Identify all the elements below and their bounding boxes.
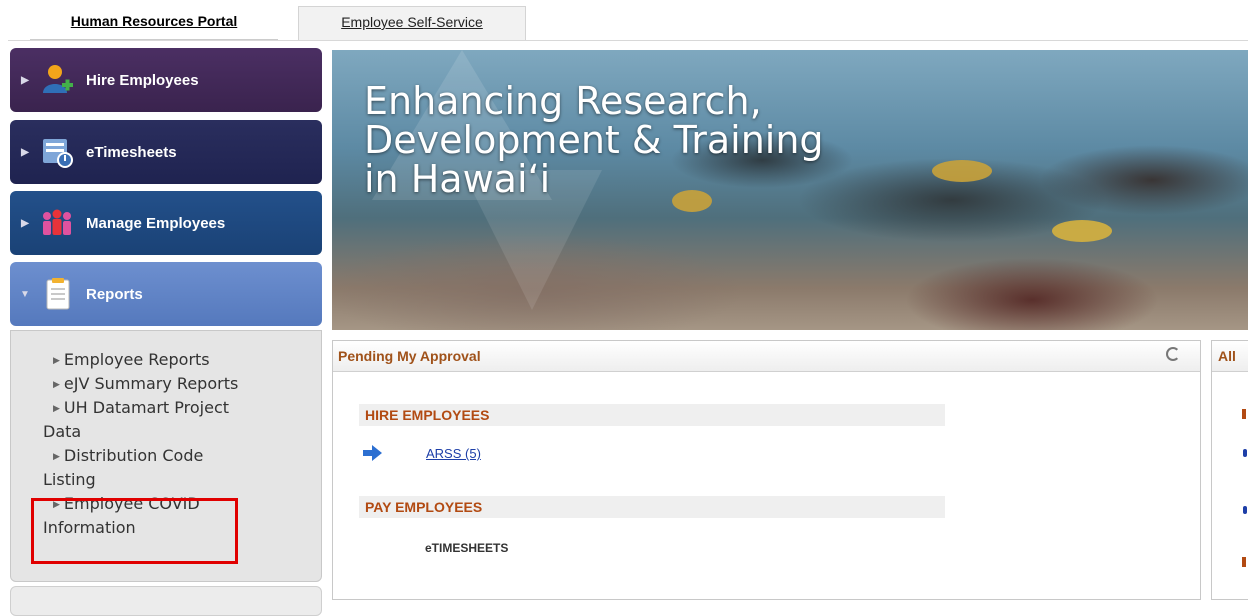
panel-title: Pending My Approval xyxy=(338,348,481,364)
pending-approval-panel: Pending My Approval HIRE EMPLOYEES ARSS … xyxy=(332,340,1201,600)
section-pay-employees: PAY EMPLOYEES xyxy=(359,496,945,518)
portal-tabs: Human Resources Portal Employee Self-Ser… xyxy=(8,0,1248,42)
link-marker xyxy=(1243,506,1247,514)
sidebar-item-etimesheets[interactable]: ▶ eTimesheets xyxy=(10,120,322,184)
submenu-item-ejv-summary-reports[interactable]: ▶ eJV Summary Reports xyxy=(53,373,238,396)
link-marker xyxy=(1243,449,1247,457)
chevron-right-icon: ▶ xyxy=(21,146,29,158)
submenu-item-uh-datamart[interactable]: ▶ UH Datamart Project xyxy=(53,397,229,420)
etimesheets-item: eTIMESHEETS xyxy=(425,541,509,555)
sidebar-item-label: Reports xyxy=(86,285,143,303)
arss-link[interactable]: ARSS (5) xyxy=(426,446,481,461)
sidebar-item-label: eTimesheets xyxy=(86,143,177,161)
tab-divider xyxy=(8,40,1248,41)
hero-banner: Enhancing Research, Development & Traini… xyxy=(332,50,1248,330)
panel-title: All xyxy=(1218,348,1236,364)
document-icon xyxy=(40,277,74,311)
section-marker xyxy=(1242,557,1246,567)
chevron-right-icon: ▶ xyxy=(53,452,60,462)
refresh-icon[interactable] xyxy=(1166,347,1180,361)
fish-shape xyxy=(1052,220,1112,242)
people-group-icon xyxy=(40,206,74,240)
tab-human-resources-portal[interactable]: Human Resources Portal xyxy=(30,6,278,40)
sidebar-item-hire-employees[interactable]: ▶ Hire Employees xyxy=(10,48,322,112)
sidebar-item-reports[interactable]: ▼ Reports xyxy=(10,262,322,326)
chevron-right-icon: ▶ xyxy=(53,380,60,390)
submenu-item-employee-reports[interactable]: ▶ Employee Reports xyxy=(53,349,210,372)
timesheet-clock-icon xyxy=(40,135,74,169)
banner-title: Enhancing Research, Development & Traini… xyxy=(364,79,824,201)
panel-header: All xyxy=(1212,341,1248,372)
fish-shape xyxy=(932,160,992,182)
highlight-box xyxy=(31,498,238,564)
secondary-panel: All xyxy=(1211,340,1248,600)
chevron-down-icon: ▼ xyxy=(20,288,30,300)
chevron-right-icon: ▶ xyxy=(21,74,29,86)
section-hire-employees: HIRE EMPLOYEES xyxy=(359,404,945,426)
person-add-icon xyxy=(40,63,74,97)
sidebar-item-label: Manage Employees xyxy=(86,214,226,232)
tab-employee-self-service[interactable]: Employee Self-Service xyxy=(298,6,526,40)
submenu-item-distribution-code[interactable]: ▶ Distribution Code xyxy=(53,445,203,468)
arrow-right-icon xyxy=(363,445,383,461)
sidebar-next-item[interactable] xyxy=(10,586,322,616)
sidebar-item-manage-employees[interactable]: ▶ Manage Employees xyxy=(10,191,322,255)
chevron-right-icon: ▶ xyxy=(53,404,60,414)
section-marker xyxy=(1242,409,1246,419)
chevron-right-icon: ▶ xyxy=(53,356,60,366)
chevron-right-icon: ▶ xyxy=(21,217,29,229)
submenu-item-uh-datamart-cont[interactable]: Data xyxy=(43,421,81,443)
panel-header: Pending My Approval xyxy=(333,341,1200,372)
submenu-item-distribution-code-cont[interactable]: Listing xyxy=(43,469,96,491)
sidebar-item-label: Hire Employees xyxy=(86,71,199,89)
